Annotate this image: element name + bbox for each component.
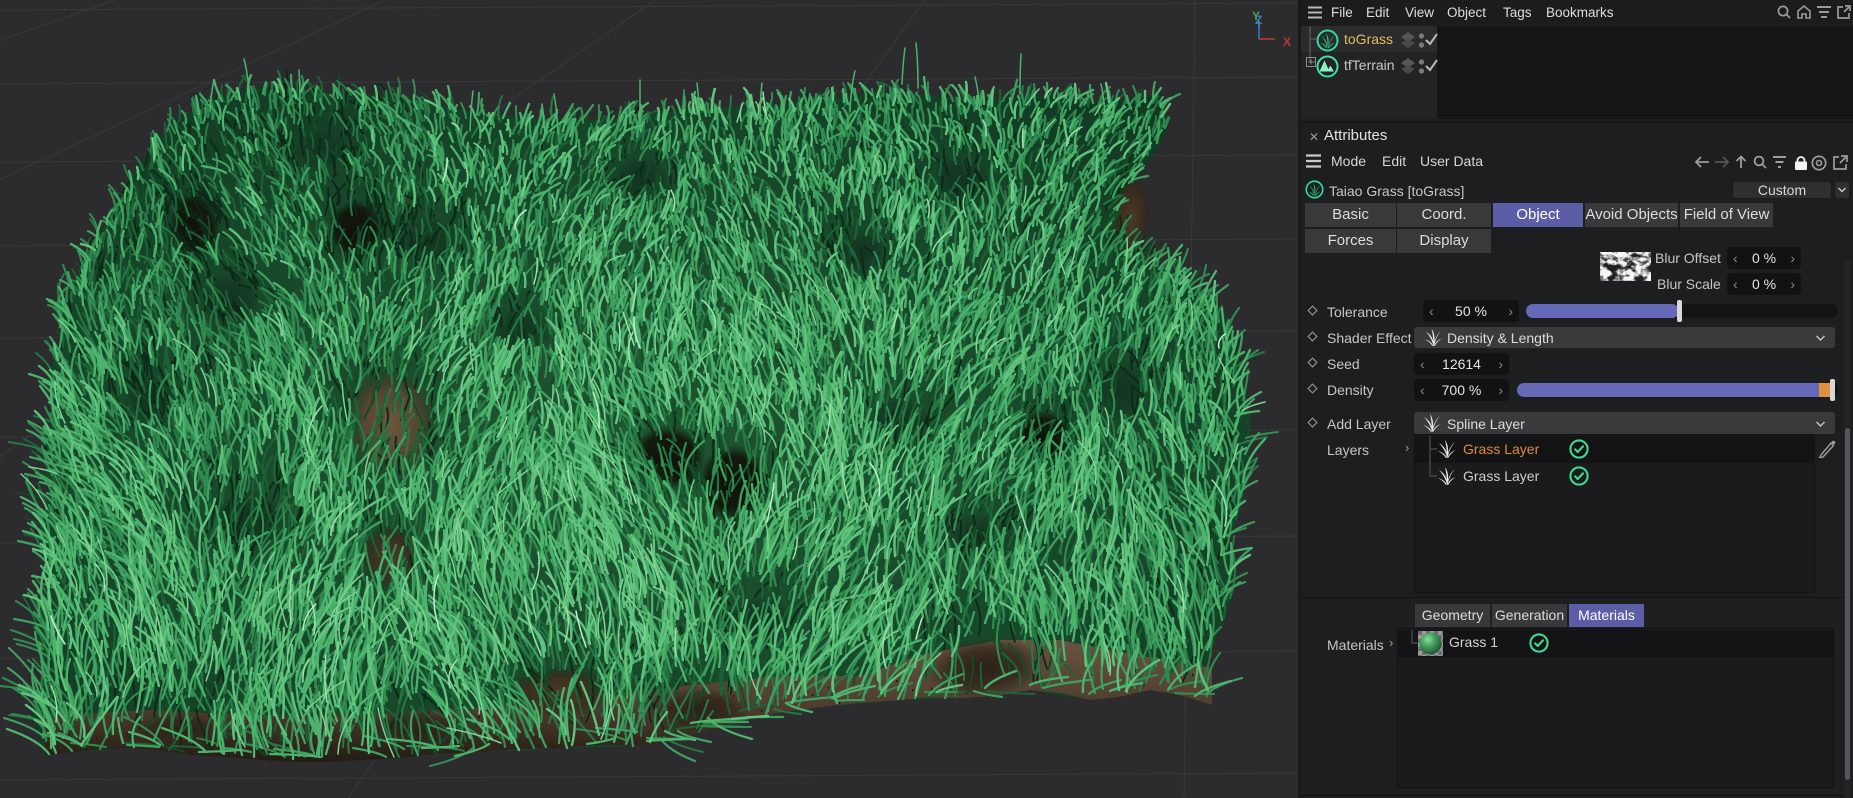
svg-text:Z: Z: [1255, 13, 1262, 27]
svg-text:X: X: [1283, 35, 1291, 49]
